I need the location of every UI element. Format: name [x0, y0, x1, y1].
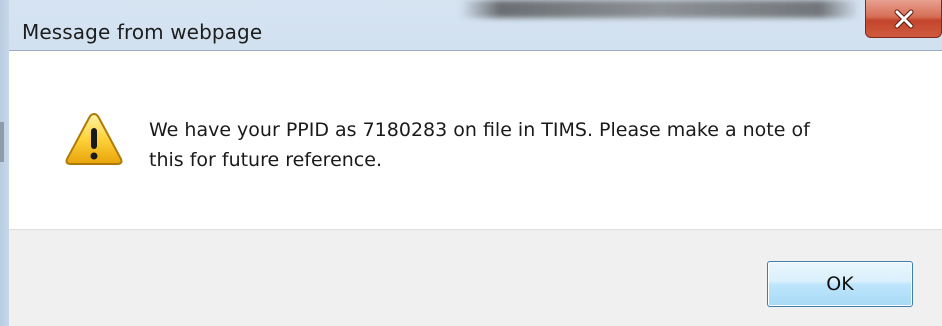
background-blur [460, 0, 860, 18]
message-area: We have your PPID as 7180283 on file in … [9, 51, 942, 229]
close-icon [893, 9, 915, 29]
dialog-title: Message from webpage [22, 20, 263, 44]
dialog-message: We have your PPID as 7180283 on file in … [149, 119, 810, 171]
button-bar: OK [9, 229, 942, 326]
close-button[interactable] [865, 0, 942, 38]
window-edge-mark [0, 122, 4, 162]
dialog-window: Message from webpage We have your PPID a… [0, 0, 942, 326]
dialog-client-area: We have your PPID as 7180283 on file in … [9, 50, 942, 326]
window-left-border [0, 0, 9, 326]
warning-icon [64, 111, 124, 167]
ok-button[interactable]: OK [767, 261, 913, 307]
